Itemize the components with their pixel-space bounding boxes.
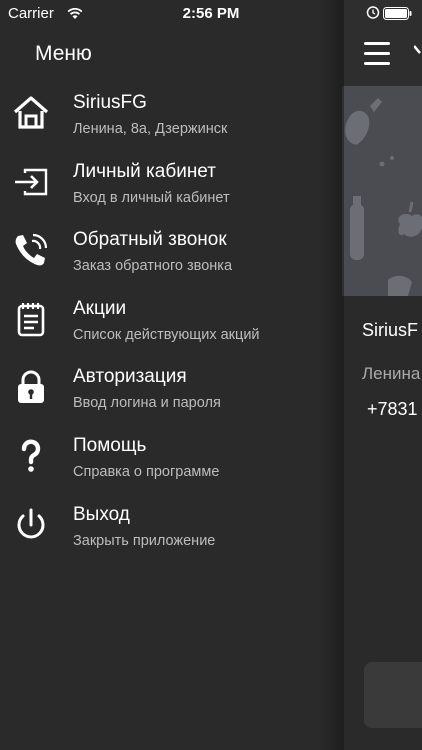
menu-item-subtitle: Список действующих акций (73, 326, 260, 343)
hamburger-icon[interactable] (364, 42, 390, 68)
power-icon (13, 507, 49, 543)
menu-item-label: Обратный звонок (73, 229, 227, 251)
card-action-button[interactable] (364, 662, 422, 728)
help-icon (13, 438, 49, 474)
store-name: SiriusF (362, 320, 419, 340)
store-phone[interactable]: +7831 (367, 399, 418, 420)
menu-item-authorization[interactable]: Авторизация Ввод логина и пароля (0, 362, 330, 431)
menu-item-personal-account[interactable]: Личный кабинет Вход в личный кабинет (0, 157, 330, 226)
menu-item-label: Личный кабинет (73, 160, 216, 182)
menu-item-label: Выход (73, 503, 130, 525)
drawer-shadow (318, 0, 344, 750)
menu-item-label: Акции (73, 297, 127, 319)
home-icon (13, 95, 49, 131)
chevron-icon[interactable] (414, 44, 422, 66)
alarm-icon (366, 6, 380, 19)
menu-item-promotions[interactable]: Акции Список действующих акций (0, 294, 330, 363)
menu-item-label: Помощь (73, 434, 147, 456)
app-screen: Carrier 2:56 PM Меню SiriusFG Ленина, 8а… (0, 0, 422, 750)
promo-banner (342, 86, 422, 296)
menu-item-callback[interactable]: Обратный звонок Заказ обратного звонка (0, 225, 330, 294)
menu-list: SiriusFG Ленина, 8а, Дзержинск Личный ка… (0, 88, 330, 568)
lock-icon (13, 369, 49, 405)
menu-item-label: Авторизация (73, 366, 187, 388)
menu-item-exit[interactable]: Выход Закрыть приложение (0, 500, 330, 569)
menu-item-subtitle: Ввод логина и пароля (73, 395, 221, 412)
banner-pattern-icon (345, 98, 422, 296)
status-bar: Carrier 2:56 PM (0, 0, 422, 28)
menu-item-subtitle: Справка о программе (73, 463, 220, 480)
menu-item-subtitle: Вход в личный кабинет (73, 189, 230, 206)
menu-item-label: SiriusFG (73, 92, 147, 113)
battery-icon (383, 7, 412, 20)
menu-item-subtitle: Закрыть приложение (73, 532, 216, 549)
drawer-title: Меню (35, 42, 92, 65)
side-menu-drawer: Меню SiriusFG Ленина, 8а, Дзержинск Личн… (0, 0, 342, 750)
store-address: Ленина (362, 364, 421, 383)
clock: 2:56 PM (182, 5, 240, 22)
menu-item-home[interactable]: SiriusFG Ленина, 8а, Дзержинск (0, 88, 330, 157)
login-icon (13, 164, 49, 200)
main-content: SiriusF Ленина +7831 (342, 0, 422, 750)
notepad-icon (13, 301, 49, 337)
menu-item-subtitle: Ленина, 8а, Дзержинск (73, 121, 228, 137)
menu-item-help[interactable]: Помощь Справка о программе (0, 431, 330, 500)
store-card: SiriusF Ленина +7831 (342, 296, 422, 750)
menu-item-subtitle: Заказ обратного звонка (73, 258, 233, 275)
phone-callback-icon (13, 232, 49, 268)
